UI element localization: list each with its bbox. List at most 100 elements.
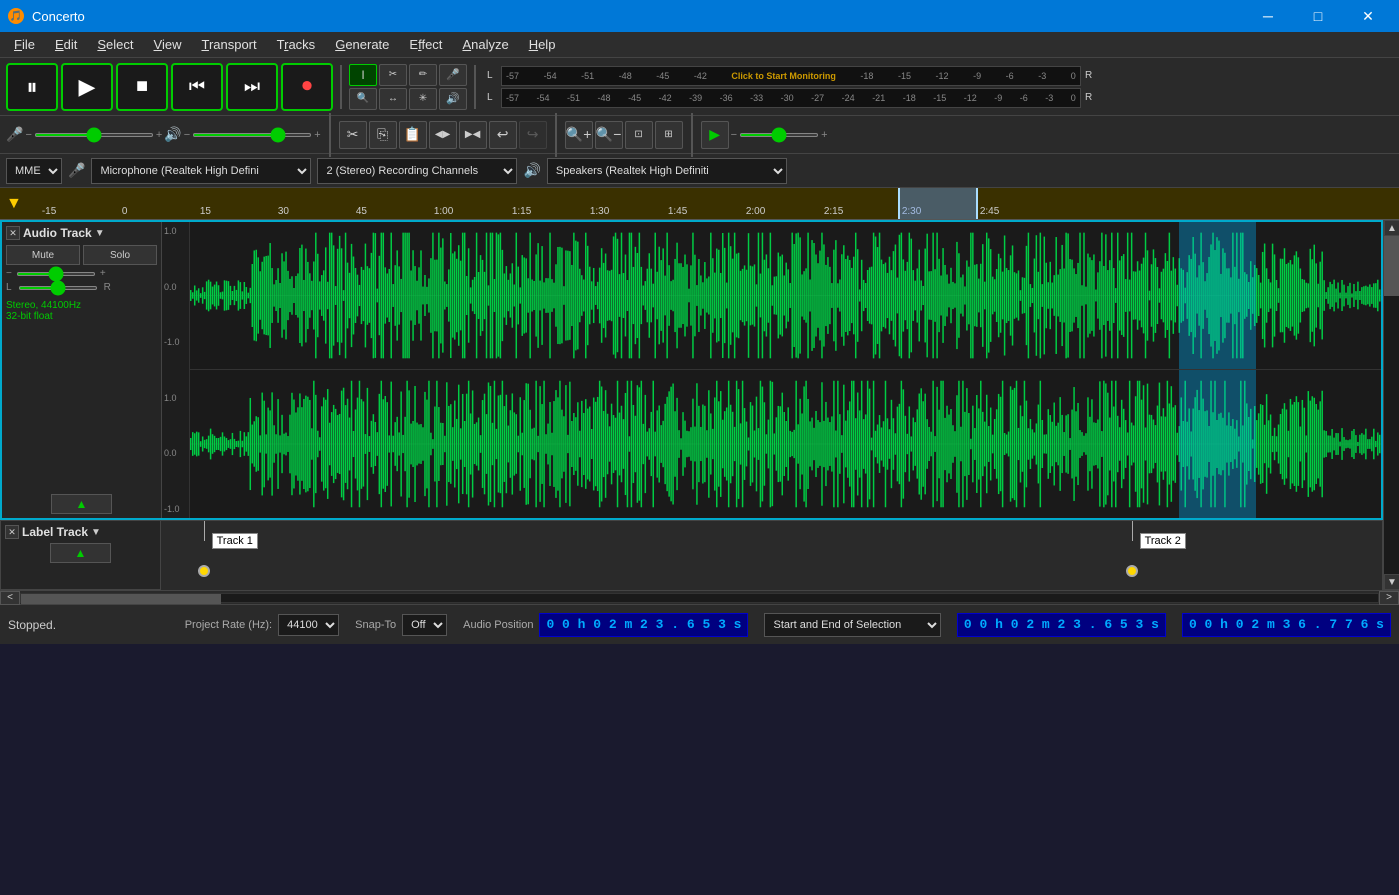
audio-solo-button[interactable]: Solo [83,245,157,265]
paste-button[interactable]: 📋 [399,121,427,149]
snap-to-select[interactable]: Off [402,614,447,636]
scroll-right-button[interactable]: > [1379,591,1399,605]
toolbar-divider-4 [555,113,557,157]
channel-lower [190,370,1381,518]
audio-track-menu-arrow[interactable]: ▼ [95,228,105,239]
v-scroll-down[interactable]: ▼ [1384,574,1399,590]
menu-help[interactable]: Help [519,35,566,54]
main-content: ✕ Audio Track ▼ Mute Solo − + L R [0,220,1399,590]
vu-label-r: R [1085,70,1095,81]
zoom-tool[interactable]: 🔍 [349,88,377,110]
selection-end-display[interactable]: 0 0 h 0 2 m 3 6 . 7 7 6 s [1182,613,1391,637]
vu-section: L -57-54-51-48-45-42 Click to Start Moni… [487,66,1095,108]
speaker-icon-device: 🔊 [523,162,540,179]
label-track-nav-btn[interactable]: ▲ [50,543,112,563]
selection-tool[interactable]: I [349,64,377,86]
undo-button[interactable]: ↩ [489,121,517,149]
tools-section: I ✂ ✏ 🎤 🔍 ↔ ✳ 🔊 [349,64,467,110]
mic-vu-btn[interactable]: 🎤 [439,64,467,86]
output-device-select[interactable]: Speakers (Realtek High Definiti [547,158,787,184]
zoom-fit-button[interactable]: ⊡ [625,121,653,149]
mark-145: 1:45 [668,206,687,217]
audio-track-close[interactable]: ✕ [6,226,20,240]
selection-start-display[interactable]: 0 0 h 0 2 m 2 3 . 6 5 3 s [957,613,1166,637]
draw-tool[interactable]: ✏ [409,64,437,86]
cut-button[interactable]: ✂ [339,121,367,149]
zoom-out-button[interactable]: 🔍− [595,121,623,149]
label-dot-2[interactable] [1126,565,1138,577]
label-track-waveform[interactable]: Track 1 Track 2 [161,521,1382,590]
menu-edit[interactable]: Edit [45,35,87,54]
menu-select[interactable]: Select [87,35,143,54]
stop-button[interactable]: ■ [116,63,168,111]
label-text-1[interactable]: Track 1 [212,533,258,549]
timeline-ruler[interactable]: ▼ -15 0 15 30 45 1:00 1:15 1:30 1:45 2:0… [0,188,1399,220]
multi-tool[interactable]: ✳ [409,88,437,110]
label-track-close[interactable]: ✕ [5,525,19,539]
label-text-2[interactable]: Track 2 [1140,533,1186,549]
audio-track-waveform[interactable] [190,222,1381,518]
trim-button[interactable]: ◀▶ [429,121,457,149]
v-scroll-track[interactable] [1384,236,1399,574]
label-track-row: ✕ Label Track ▼ ▲ Track 1 [0,520,1383,590]
mark-200: 2:00 [746,206,765,217]
label-dot-1[interactable] [198,565,210,577]
zoom-in-button[interactable]: 🔍+ [565,121,593,149]
menu-tracks[interactable]: Tracks [267,35,326,54]
pause-button[interactable]: ⏸ [6,63,58,111]
copy-button[interactable]: ⎘ [369,121,397,149]
audio-mute-button[interactable]: Mute [6,245,80,265]
zoom-sel-button[interactable]: ⊞ [655,121,683,149]
v-scroll-up[interactable]: ▲ [1384,220,1399,236]
scroll-left-button[interactable]: < [0,591,20,605]
menu-view[interactable]: View [144,35,192,54]
tracks-container: ✕ Audio Track ▼ Mute Solo − + L R [0,220,1383,590]
mark-45: 45 [356,206,367,217]
record-button[interactable]: ⏺ [281,63,333,111]
silence-button[interactable]: ▶◀ [459,121,487,149]
maximize-button[interactable]: □ [1295,0,1341,32]
snap-to-group: Snap-To Off [355,614,447,636]
label-track-menu-arrow[interactable]: ▼ [91,527,101,538]
close-button[interactable]: ✕ [1345,0,1391,32]
menu-bar: File Edit Select View Transport Tracks G… [0,32,1399,58]
vu-row-right: L -57-54-51-48-45-42-39-36-33-30-27-24-2… [487,88,1095,108]
channels-select[interactable]: 2 (Stereo) Recording Channels [317,158,517,184]
vu-meter-left[interactable]: -57-54-51-48-45-42 Click to Start Monito… [501,66,1081,86]
menu-analyze[interactable]: Analyze [452,35,518,54]
input-device-select[interactable]: Microphone (Realtek High Defini [91,158,311,184]
play-button[interactable]: ▶ [61,63,113,111]
output-slider[interactable] [192,133,312,137]
skip-start-button[interactable]: ⏮ [171,63,223,111]
mark-215: 2:15 [824,206,843,217]
scroll-track[interactable] [20,593,1379,603]
play-at-speed-button[interactable]: ▶ [701,121,729,149]
menu-generate[interactable]: Generate [325,35,399,54]
input-slider[interactable] [34,133,154,137]
audio-track-gain-row: − + [6,268,157,279]
timeshift-tool[interactable]: ↔ [379,88,407,110]
menu-file[interactable]: File [4,35,45,54]
audio-position-display[interactable]: 0 0 h 0 2 m 2 3 . 6 5 3 s [539,613,748,637]
transport-toolbar: ⏸ ▶ ■ ⏮ ⏭ ⏺ I ✂ ✏ 🎤 🔍 ↔ ✳ 🔊 L -57-54-51-… [0,58,1399,116]
label-line-1 [204,521,205,541]
gain-slider[interactable] [16,272,96,276]
menu-effect[interactable]: Effect [399,35,452,54]
envelope-tool[interactable]: ✂ [379,64,407,86]
menu-transport[interactable]: Transport [191,35,266,54]
pan-slider[interactable] [18,286,98,290]
label-track-nav: ▲ [5,543,156,563]
vu-meter-right[interactable]: -57-54-51-48-45-42-39-36-33-30-27-24-21-… [501,88,1081,108]
minimize-button[interactable]: ─ [1245,0,1291,32]
audio-host-select[interactable]: MME [6,158,62,184]
audio-track-nav-btn[interactable]: ▲ [51,494,113,514]
selection-type-select[interactable]: Start and End of Selection [764,613,940,637]
skip-end-button[interactable]: ⏭ [226,63,278,111]
playback-slider[interactable] [739,133,819,137]
redo-button[interactable]: ↪ [519,121,547,149]
project-rate-select[interactable]: 44100 [278,614,339,636]
v-scroll-thumb[interactable] [1384,236,1399,296]
scroll-thumb[interactable] [21,594,221,604]
mark-130: 1:30 [590,206,609,217]
speaker-vu-btn[interactable]: 🔊 [439,88,467,110]
